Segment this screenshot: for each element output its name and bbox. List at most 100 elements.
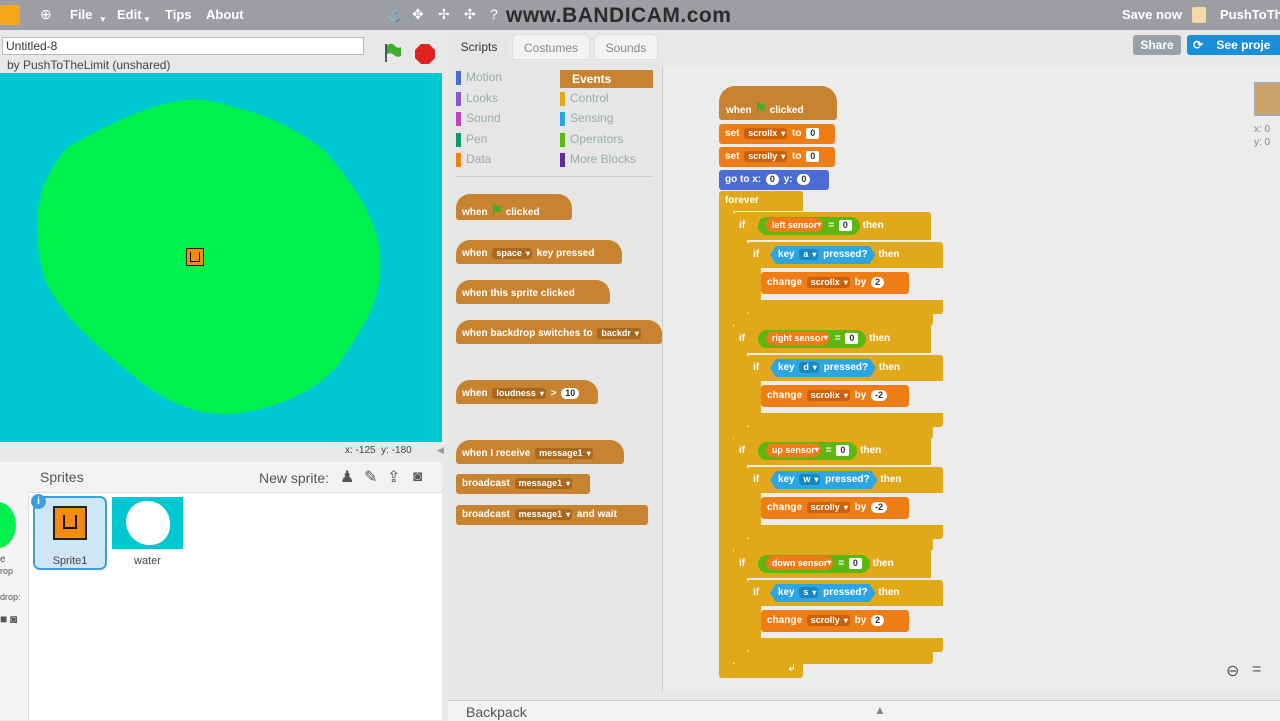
go-to-xy-block[interactable]: go to x: 0 y: 0: [719, 170, 829, 190]
palette-when-sprite-clicked[interactable]: when this sprite clicked: [456, 280, 610, 304]
set-scrollx-block[interactable]: set scrollx to 0: [719, 124, 835, 144]
script-area[interactable]: x: 0 y: 0 when ⚑ clicked set scrollx to …: [662, 66, 1280, 692]
if-key-block-2[interactable]: if key w pressed? then: [747, 467, 943, 493]
palette-when-backdrop-switches[interactable]: when backdrop switches to backdr: [456, 320, 662, 344]
globe-icon[interactable]: ⊕: [40, 6, 52, 23]
value-field[interactable]: 0: [806, 151, 820, 162]
if-sensor-block-0[interactable]: if left sensor = 0 then: [733, 212, 931, 240]
variable-dropdown[interactable]: scrolly: [806, 502, 850, 513]
sensor-reporter[interactable]: up sensor: [765, 443, 821, 457]
category-pen[interactable]: Pen: [456, 132, 487, 147]
collapse-arrow-icon[interactable]: ◀: [437, 445, 445, 457]
duplicate-icon[interactable]: ⚓: [386, 6, 403, 23]
sprite-tile-sprite1[interactable]: Sprite1: [33, 496, 107, 570]
tab-sounds[interactable]: Sounds: [594, 34, 658, 60]
variable-dropdown[interactable]: scrollx: [744, 128, 788, 139]
palette-when-flag-clicked[interactable]: when ⚑ clicked: [456, 194, 572, 220]
tab-scripts[interactable]: Scripts: [450, 34, 508, 60]
equals-operator[interactable]: down sensor = 0: [757, 555, 870, 573]
y-field[interactable]: 0: [797, 174, 811, 185]
sprite1-on-stage[interactable]: [186, 248, 204, 266]
forever-block[interactable]: forever: [719, 191, 803, 211]
equals-operator[interactable]: up sensor = 0: [757, 442, 858, 460]
if-sensor-block-2[interactable]: if up sensor = 0 then: [733, 437, 931, 465]
key-pressed-sensor[interactable]: key d pressed?: [770, 359, 876, 377]
upload-icon[interactable]: ⇪: [387, 467, 400, 487]
palette-when-loudness[interactable]: when loudness > 10: [456, 380, 598, 404]
message-dropdown[interactable]: message1: [514, 478, 573, 489]
cut-icon[interactable]: ✥: [412, 6, 424, 23]
tips-menu[interactable]: Tips: [165, 7, 192, 22]
change-value[interactable]: -2: [871, 502, 888, 513]
variable-dropdown[interactable]: scrolly: [806, 615, 850, 626]
palette-broadcast[interactable]: broadcast message1: [456, 474, 590, 494]
key-dropdown[interactable]: w: [799, 474, 820, 485]
message-dropdown[interactable]: message1: [514, 509, 573, 520]
file-menu[interactable]: File: [70, 7, 92, 22]
key-dropdown[interactable]: a: [799, 249, 818, 260]
camera-icon[interactable]: ◙: [413, 468, 422, 485]
set-scrolly-block[interactable]: set scrolly to 0: [719, 147, 835, 167]
if-key-block-1[interactable]: if key d pressed? then: [747, 355, 943, 381]
edit-menu[interactable]: Edit: [117, 7, 142, 22]
tab-costumes[interactable]: Costumes: [512, 34, 590, 60]
backpack-bar[interactable]: Backpack ▲: [448, 700, 1280, 721]
user-avatar[interactable]: [1192, 7, 1206, 23]
key-dropdown[interactable]: d: [799, 362, 819, 373]
if-key-block-0[interactable]: if key a pressed? then: [747, 242, 943, 268]
equals-operator[interactable]: right sensor = 0: [757, 330, 867, 348]
info-icon[interactable]: i: [31, 494, 46, 509]
see-project-page-button[interactable]: ⟳ See proje: [1187, 35, 1280, 55]
palette-broadcast-and-wait[interactable]: broadcast message1 and wait: [456, 505, 648, 525]
sensor-reporter[interactable]: right sensor: [765, 331, 830, 345]
backdrop-camera-icon[interactable]: ◙: [10, 612, 17, 626]
message-dropdown[interactable]: message1: [535, 448, 593, 459]
variable-dropdown[interactable]: scrollx: [806, 277, 850, 288]
change-value[interactable]: 2: [871, 615, 885, 626]
user-name[interactable]: PushToTh: [1220, 7, 1280, 22]
zoom-out-icon[interactable]: ⊖: [1226, 661, 1239, 681]
sprite-library-icon[interactable]: ♟: [340, 467, 354, 487]
zoom-reset-icon[interactable]: =: [1252, 661, 1261, 679]
equals-operator[interactable]: left sensor = 0: [757, 217, 860, 235]
if-sensor-block-1[interactable]: if right sensor = 0 then: [733, 325, 931, 353]
change-value[interactable]: -2: [871, 390, 888, 401]
category-sensing[interactable]: Sensing: [560, 111, 613, 126]
stage-thumbnail[interactable]: [0, 502, 16, 548]
key-pressed-sensor[interactable]: key a pressed?: [770, 246, 876, 264]
backdrop-dropdown[interactable]: backdr: [597, 328, 641, 339]
share-button[interactable]: Share: [1133, 35, 1181, 55]
backdrop-library-icon[interactable]: ■: [0, 612, 7, 626]
if-key-block-3[interactable]: if key s pressed? then: [747, 580, 943, 606]
palette-when-key-pressed[interactable]: when space key pressed: [456, 240, 622, 264]
category-control[interactable]: Control: [560, 91, 609, 106]
when-flag-clicked-block[interactable]: when ⚑ clicked: [719, 86, 837, 120]
save-now-button[interactable]: Save now: [1122, 7, 1182, 22]
category-data[interactable]: Data: [456, 152, 491, 167]
help-icon[interactable]: ?: [490, 6, 498, 22]
variable-dropdown[interactable]: scrolly: [744, 151, 788, 162]
sprite-tile-water[interactable]: water: [112, 497, 183, 569]
loudness-value[interactable]: 10: [561, 388, 580, 399]
key-dropdown[interactable]: space: [492, 248, 532, 259]
loudness-dropdown[interactable]: loudness: [492, 388, 546, 399]
category-operators[interactable]: Operators: [560, 132, 623, 147]
compare-value[interactable]: 0: [845, 333, 859, 344]
key-pressed-sensor[interactable]: key s pressed?: [770, 584, 876, 602]
value-field[interactable]: 0: [806, 128, 820, 139]
key-dropdown[interactable]: s: [799, 587, 818, 598]
compare-value[interactable]: 0: [838, 220, 852, 231]
change-block-2[interactable]: change scrolly by -2: [761, 497, 909, 519]
compare-value[interactable]: 0: [848, 558, 862, 569]
sensor-reporter[interactable]: left sensor: [765, 218, 824, 232]
paint-brush-icon[interactable]: ✎: [364, 467, 377, 487]
project-title-field[interactable]: Untitled-8: [2, 37, 364, 55]
change-block-0[interactable]: change scrollx by 2: [761, 272, 909, 294]
if-sensor-block-3[interactable]: if down sensor = 0 then: [733, 550, 931, 578]
change-block-1[interactable]: change scrollx by -2: [761, 385, 909, 407]
shrink-icon[interactable]: ✣: [464, 6, 476, 23]
variable-dropdown[interactable]: scrollx: [806, 390, 850, 401]
x-field[interactable]: 0: [765, 174, 779, 185]
change-block-3[interactable]: change scrolly by 2: [761, 610, 909, 632]
scratch-logo[interactable]: [0, 5, 20, 25]
